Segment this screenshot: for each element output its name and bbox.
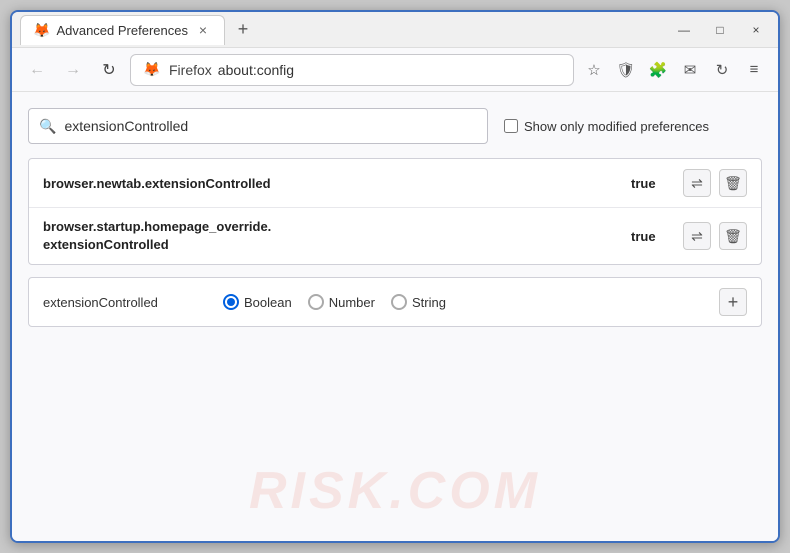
add-preference-row: extensionControlled Boolean Number Strin… [28, 277, 762, 327]
search-box[interactable]: 🔍 [28, 108, 488, 144]
window-controls: — □ × [670, 20, 770, 40]
results-table: browser.newtab.extensionControlled true … [28, 158, 762, 265]
shield-icon[interactable]: 🛡 [612, 56, 640, 84]
radio-circle-string [391, 294, 407, 310]
show-modified-text: Show only modified preferences [524, 119, 709, 134]
maximize-button[interactable]: □ [706, 20, 734, 40]
new-tab-button[interactable]: + [229, 16, 257, 44]
search-row: 🔍 Show only modified preferences [28, 108, 762, 144]
minimize-button[interactable]: — [670, 20, 698, 40]
search-icon: 🔍 [39, 118, 56, 135]
profile-icon[interactable]: ✉ [676, 56, 704, 84]
browser-tab[interactable]: 🦊 Advanced Preferences × [20, 15, 225, 45]
swap-button-2[interactable]: ⇌ [683, 222, 711, 250]
radio-boolean-label: Boolean [244, 295, 292, 310]
browser-window: 🦊 Advanced Preferences × + — □ × ← → ↻ 🦊… [10, 10, 780, 543]
browser-label: Firefox [169, 62, 212, 78]
radio-number-label: Number [329, 295, 375, 310]
pref-value-1: true [631, 176, 671, 191]
swap-icon-1: ⇌ [691, 175, 703, 192]
reload-button[interactable]: ↻ [94, 55, 124, 85]
trash-icon-1: 🗑 [724, 175, 742, 192]
table-row: browser.newtab.extensionControlled true … [29, 159, 761, 208]
forward-button[interactable]: → [58, 55, 88, 85]
close-button[interactable]: × [742, 20, 770, 40]
tab-close-button[interactable]: × [194, 21, 212, 39]
show-modified-label[interactable]: Show only modified preferences [504, 119, 709, 134]
extension-icon[interactable]: 🧩 [644, 56, 672, 84]
show-modified-checkbox[interactable] [504, 119, 518, 133]
delete-button-2[interactable]: 🗑 [719, 222, 747, 250]
watermark: RISK.COM [249, 461, 541, 521]
radio-group: Boolean Number String [223, 294, 446, 310]
search-input[interactable] [64, 118, 477, 134]
radio-string[interactable]: String [391, 294, 446, 310]
table-row: browser.startup.homepage_override. exten… [29, 208, 761, 264]
main-content: 🔍 Show only modified preferences browser… [12, 92, 778, 541]
sync-icon[interactable]: ↻ [708, 56, 736, 84]
new-pref-name: extensionControlled [43, 295, 203, 310]
bookmark-icon[interactable]: ☆ [580, 56, 608, 84]
tab-favicon-icon: 🦊 [33, 22, 50, 39]
pref-name-2-line2: extensionControlled [43, 236, 619, 254]
address-bar[interactable]: 🦊 Firefox about:config [130, 54, 574, 86]
row-actions-2: ⇌ 🗑 [683, 222, 747, 250]
title-bar: 🦊 Advanced Preferences × + — □ × [12, 12, 778, 48]
swap-icon-2: ⇌ [691, 228, 703, 245]
nav-bar: ← → ↻ 🦊 Firefox about:config ☆ 🛡 🧩 ✉ ↻ ≡ [12, 48, 778, 92]
pref-name-2-line1: browser.startup.homepage_override. [43, 218, 619, 236]
url-display: about:config [218, 62, 294, 78]
pref-value-2: true [631, 229, 671, 244]
add-pref-button[interactable]: + [719, 288, 747, 316]
pref-name-1: browser.newtab.extensionControlled [43, 176, 619, 191]
radio-boolean[interactable]: Boolean [223, 294, 292, 310]
menu-icon[interactable]: ≡ [740, 56, 768, 84]
radio-string-label: String [412, 295, 446, 310]
swap-button-1[interactable]: ⇌ [683, 169, 711, 197]
nav-icons-right: ☆ 🛡 🧩 ✉ ↻ ≡ [580, 56, 768, 84]
back-button[interactable]: ← [22, 55, 52, 85]
tab-title: Advanced Preferences [56, 23, 188, 38]
firefox-logo-icon: 🦊 [141, 59, 163, 81]
row-actions-1: ⇌ 🗑 [683, 169, 747, 197]
delete-button-1[interactable]: 🗑 [719, 169, 747, 197]
trash-icon-2: 🗑 [724, 228, 742, 245]
pref-name-2: browser.startup.homepage_override. exten… [43, 218, 619, 254]
radio-circle-boolean [223, 294, 239, 310]
radio-number[interactable]: Number [308, 294, 375, 310]
radio-circle-number [308, 294, 324, 310]
